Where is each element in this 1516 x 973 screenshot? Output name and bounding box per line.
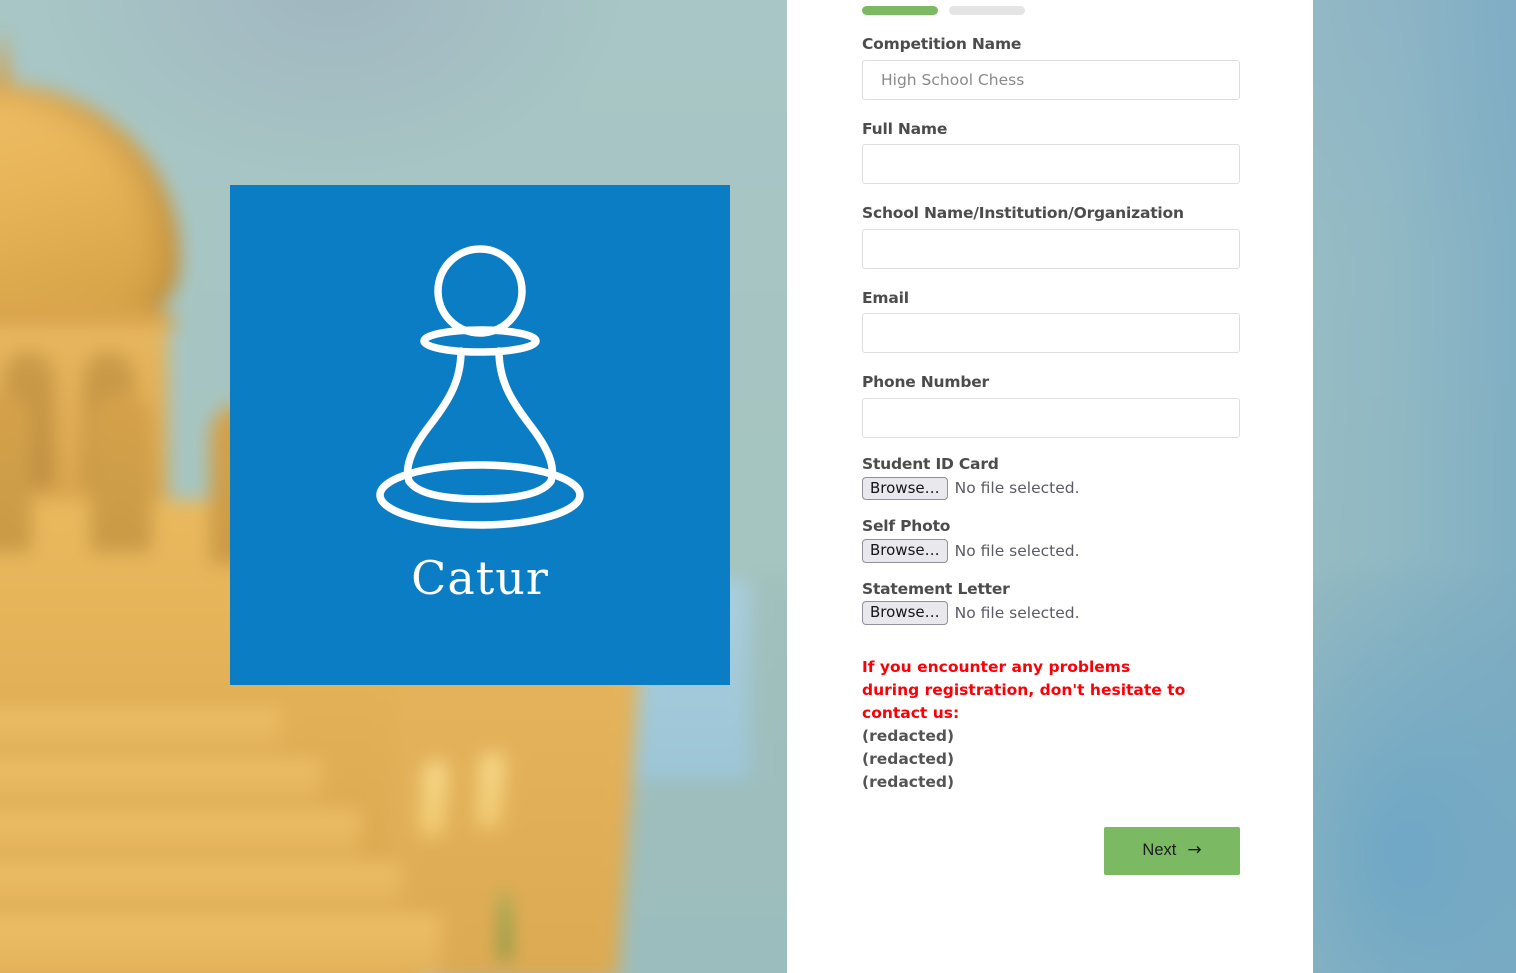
window-glow xyxy=(474,752,507,828)
field-full-name: Full Name xyxy=(862,120,1240,185)
step xyxy=(0,752,320,804)
brand-wordmark: Catur xyxy=(411,551,549,605)
contact-help-block: If you encounter any problems during reg… xyxy=(862,656,1240,794)
field-student-id-card: Student ID Card Browse… No file selected… xyxy=(862,454,1240,501)
registration-form-panel: Competition Name Full Name School Name/I… xyxy=(787,0,1313,973)
label-self-photo: Self Photo xyxy=(862,517,951,536)
browse-button-statement-letter[interactable]: Browse… xyxy=(862,601,948,625)
brand-logo-card: Catur xyxy=(230,185,730,685)
browse-button-self-photo[interactable]: Browse… xyxy=(862,538,948,563)
wall-arch xyxy=(90,392,152,552)
phone-number-input[interactable] xyxy=(862,397,1240,438)
label-phone-number: Phone Number xyxy=(862,373,989,392)
field-competition-name: Competition Name xyxy=(862,35,1240,100)
label-school-name: School Name/Institution/Organization xyxy=(862,204,1184,223)
browse-button-student-id-card[interactable]: Browse… xyxy=(862,476,948,501)
field-school-name: School Name/Institution/Organization xyxy=(862,204,1240,269)
field-phone-number: Phone Number xyxy=(862,373,1240,438)
step xyxy=(0,856,400,908)
file-status-self-photo: No file selected. xyxy=(954,541,1080,560)
page-root: Catur Competition Name Full Name School … xyxy=(0,0,1516,973)
step xyxy=(0,908,440,973)
arrow-right-icon: → xyxy=(1187,840,1202,861)
label-statement-letter: Statement Letter xyxy=(862,579,1010,598)
email-input[interactable] xyxy=(862,313,1240,354)
building-steps xyxy=(0,700,440,973)
chess-pawn-icon xyxy=(376,245,584,529)
school-name-input[interactable] xyxy=(862,228,1240,269)
mosque-dome xyxy=(0,28,180,524)
label-full-name: Full Name xyxy=(862,119,948,138)
progress-step-1 xyxy=(862,6,938,15)
plant-sprout xyxy=(500,890,510,960)
competition-name-input[interactable] xyxy=(862,59,1240,100)
progress-indicator xyxy=(862,0,1240,15)
step xyxy=(0,700,280,752)
step xyxy=(0,804,360,856)
contact-help-heading: If you encounter any problems during reg… xyxy=(862,658,1186,722)
full-name-input[interactable] xyxy=(862,144,1240,185)
next-button-label: Next xyxy=(1142,841,1177,860)
label-competition-name: Competition Name xyxy=(862,35,1022,53)
label-email: Email xyxy=(862,288,909,307)
file-status-statement-letter: No file selected. xyxy=(954,604,1080,623)
file-row-self-photo: Browse… No file selected. xyxy=(862,538,1240,563)
progress-step-2 xyxy=(949,6,1025,15)
next-button[interactable]: Next → xyxy=(1104,826,1240,875)
field-email: Email xyxy=(862,289,1240,354)
file-status-student-id-card: No file selected. xyxy=(954,479,1080,498)
file-row-statement-letter: Browse… No file selected. xyxy=(862,601,1240,625)
field-statement-letter: Statement Letter Browse… No file selecte… xyxy=(862,580,1240,625)
contact-line-3: (redacted) xyxy=(862,772,955,791)
wall-arch xyxy=(0,392,32,552)
form-content: Competition Name Full Name School Name/I… xyxy=(862,0,1240,875)
contact-line-1: (redacted) xyxy=(862,726,955,745)
window-glow xyxy=(418,760,450,836)
label-student-id-card: Student ID Card xyxy=(862,454,999,473)
contact-line-2: (redacted) xyxy=(862,749,955,768)
file-row-student-id-card: Browse… No file selected. xyxy=(862,476,1240,501)
field-self-photo: Self Photo Browse… No file selected. xyxy=(862,517,1240,563)
form-actions: Next → xyxy=(862,826,1240,875)
